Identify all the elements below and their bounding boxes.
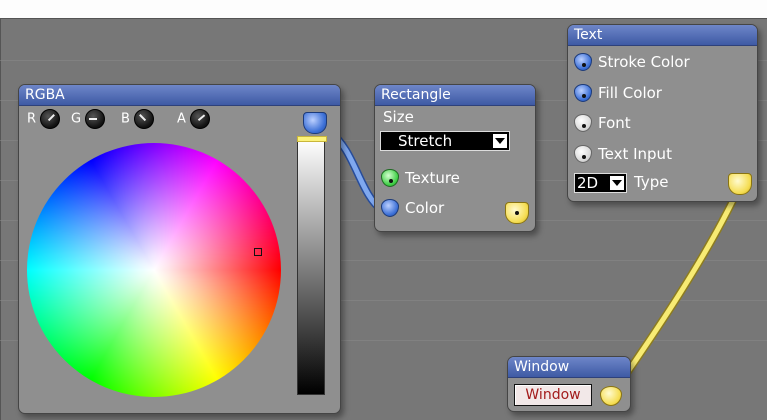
- size-label: Size: [383, 108, 414, 126]
- brightness-slider-handle[interactable]: [297, 136, 327, 142]
- rgba-node[interactable]: RGBA R G B A: [18, 84, 341, 414]
- knob-r[interactable]: [40, 109, 61, 129]
- text-output-port[interactable]: [728, 173, 752, 195]
- text-input-port[interactable]: [574, 145, 592, 163]
- port-dot-icon: [582, 63, 586, 67]
- window-input-port[interactable]: [600, 386, 622, 406]
- rgba-node-title[interactable]: RGBA: [19, 85, 340, 106]
- color-wheel-cursor[interactable]: [254, 248, 262, 256]
- fill-color-input-port[interactable]: [574, 84, 592, 102]
- type-dropdown-value: 2D: [577, 174, 599, 192]
- size-dropdown[interactable]: Stretch: [380, 131, 510, 151]
- knob-b-label: B: [121, 111, 130, 127]
- font-input-port[interactable]: [574, 114, 592, 132]
- port-dot-icon: [515, 211, 519, 215]
- fill-color-label: Fill Color: [598, 84, 662, 102]
- knob-b-group[interactable]: B: [121, 109, 155, 129]
- texture-label: Texture: [405, 169, 460, 187]
- rgba-output-port[interactable]: [303, 112, 327, 134]
- chevron-down-icon[interactable]: [610, 176, 624, 190]
- stroke-color-label: Stroke Color: [598, 53, 690, 71]
- knob-r-label: R: [27, 111, 37, 127]
- window-button[interactable]: Window: [514, 384, 592, 406]
- rectangle-node-title[interactable]: Rectangle: [375, 85, 535, 106]
- knob-g[interactable]: [85, 109, 106, 129]
- size-dropdown-value: Stretch: [398, 132, 453, 150]
- texture-input-port[interactable]: [381, 169, 399, 187]
- patch-canvas[interactable]: RGBA R G B A Rectangle Size Stretch Text…: [0, 0, 767, 420]
- text-node[interactable]: Text Stroke Color Fill Color Font Text I…: [567, 24, 758, 202]
- port-dot-icon: [582, 155, 586, 159]
- chevron-down-icon[interactable]: [493, 134, 507, 148]
- port-dot-icon: [582, 124, 586, 128]
- rectangle-node[interactable]: Rectangle Size Stretch Texture Color: [374, 84, 536, 232]
- rectangle-output-port[interactable]: [505, 202, 529, 224]
- window-node[interactable]: Window Window: [507, 356, 631, 412]
- port-dot-icon: [582, 94, 586, 98]
- color-wheel[interactable]: [27, 143, 281, 397]
- font-label: Font: [598, 114, 631, 132]
- type-dropdown[interactable]: 2D: [574, 173, 627, 193]
- brightness-slider[interactable]: [297, 136, 327, 395]
- text-input-label: Text Input: [598, 145, 672, 163]
- knob-a[interactable]: [190, 109, 211, 129]
- knob-g-label: G: [71, 111, 82, 127]
- color-label: Color: [405, 199, 445, 217]
- window-node-title[interactable]: Window: [508, 357, 630, 378]
- knob-a-label: A: [177, 111, 186, 127]
- port-dot-icon: [389, 179, 393, 183]
- knob-r-group[interactable]: R: [27, 109, 61, 129]
- type-label: Type: [634, 173, 669, 191]
- text-node-title[interactable]: Text: [568, 25, 757, 46]
- stroke-color-input-port[interactable]: [574, 53, 592, 71]
- color-input-port[interactable]: [381, 199, 399, 217]
- knob-b[interactable]: [134, 109, 155, 129]
- knob-a-group[interactable]: A: [177, 109, 211, 129]
- knob-g-group[interactable]: G: [71, 109, 106, 129]
